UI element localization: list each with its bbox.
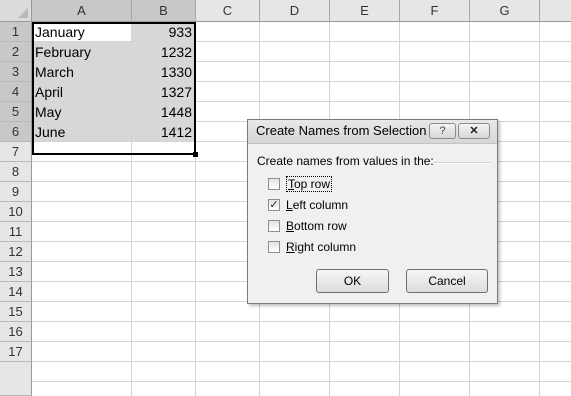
row-header[interactable]: 1	[0, 22, 32, 42]
column-header-b[interactable]: B	[132, 0, 196, 22]
row-header[interactable]: 16	[0, 322, 32, 342]
cancel-button[interactable]: Cancel	[406, 269, 488, 293]
left-column-checkbox[interactable]: ✓	[268, 199, 280, 211]
row-header[interactable]: 7	[0, 142, 32, 162]
cell-b5[interactable]: 1448	[132, 102, 196, 122]
dialog-title-bar[interactable]: Create Names from Selection ? ✕	[248, 120, 497, 144]
select-all-corner[interactable]	[0, 0, 32, 22]
row-header[interactable]: 17	[0, 342, 32, 362]
bottom-row-label: Bottom row	[286, 219, 347, 233]
fill-handle[interactable]	[193, 152, 198, 157]
top-row-checkbox[interactable]	[268, 178, 280, 190]
ok-button[interactable]: OK	[316, 269, 389, 293]
row-header[interactable]: 10	[0, 202, 32, 222]
row-header[interactable]: 12	[0, 242, 32, 262]
row-header[interactable]: 2	[0, 42, 32, 62]
cell-b4[interactable]: 1327	[132, 82, 196, 102]
create-names-dialog: Create Names from Selection ? ✕ Create n…	[247, 119, 498, 304]
group-separator	[434, 162, 490, 164]
close-button[interactable]: ✕	[458, 123, 490, 139]
bottom-row-checkbox[interactable]	[268, 220, 280, 232]
cell-a2[interactable]: February	[32, 42, 132, 62]
row-header[interactable]: 13	[0, 262, 32, 282]
row-header[interactable]: 11	[0, 222, 32, 242]
empty-cells-left[interactable]	[32, 142, 196, 396]
column-header-g[interactable]: G	[470, 0, 540, 22]
column-header-h[interactable]	[540, 0, 571, 22]
checkmark-icon: ✓	[269, 199, 279, 211]
select-all-triangle-icon	[18, 8, 28, 18]
row-header[interactable]: 14	[0, 282, 32, 302]
row-header[interactable]: 6	[0, 122, 32, 142]
column-header-f[interactable]: F	[400, 0, 470, 22]
cell-a4[interactable]: April	[32, 82, 132, 102]
help-button[interactable]: ?	[429, 123, 456, 139]
top-row-label: Top row	[286, 176, 333, 192]
cell-a5[interactable]: May	[32, 102, 132, 122]
right-column-label: Right column	[286, 240, 357, 254]
cell-b2[interactable]: 1232	[132, 42, 196, 62]
dialog-prompt: Create names from values in the:	[257, 154, 434, 168]
row-header[interactable]: 5	[0, 102, 32, 122]
dialog-title: Create Names from Selection	[256, 123, 427, 138]
row-header[interactable]	[0, 362, 32, 396]
column-header-a[interactable]: A	[32, 0, 132, 22]
right-column-checkbox[interactable]	[268, 241, 280, 253]
row-header[interactable]: 3	[0, 62, 32, 82]
column-header-c[interactable]: C	[196, 0, 260, 22]
cell-b6[interactable]: 1412	[132, 122, 196, 142]
cell-a1[interactable]: January	[32, 22, 132, 42]
cell-b1[interactable]: 933	[132, 22, 196, 42]
row-header[interactable]: 4	[0, 82, 32, 102]
column-header-e[interactable]: E	[330, 0, 400, 22]
row-header[interactable]: 8	[0, 162, 32, 182]
left-column-label: Left column	[286, 198, 349, 212]
cell-a6[interactable]: June	[32, 122, 132, 142]
row-header[interactable]: 15	[0, 302, 32, 322]
cell-a3[interactable]: March	[32, 62, 132, 82]
help-icon: ?	[439, 125, 446, 137]
column-header-d[interactable]: D	[260, 0, 330, 22]
cell-b3[interactable]: 1330	[132, 62, 196, 82]
row-header[interactable]: 9	[0, 182, 32, 202]
close-icon: ✕	[469, 125, 479, 137]
